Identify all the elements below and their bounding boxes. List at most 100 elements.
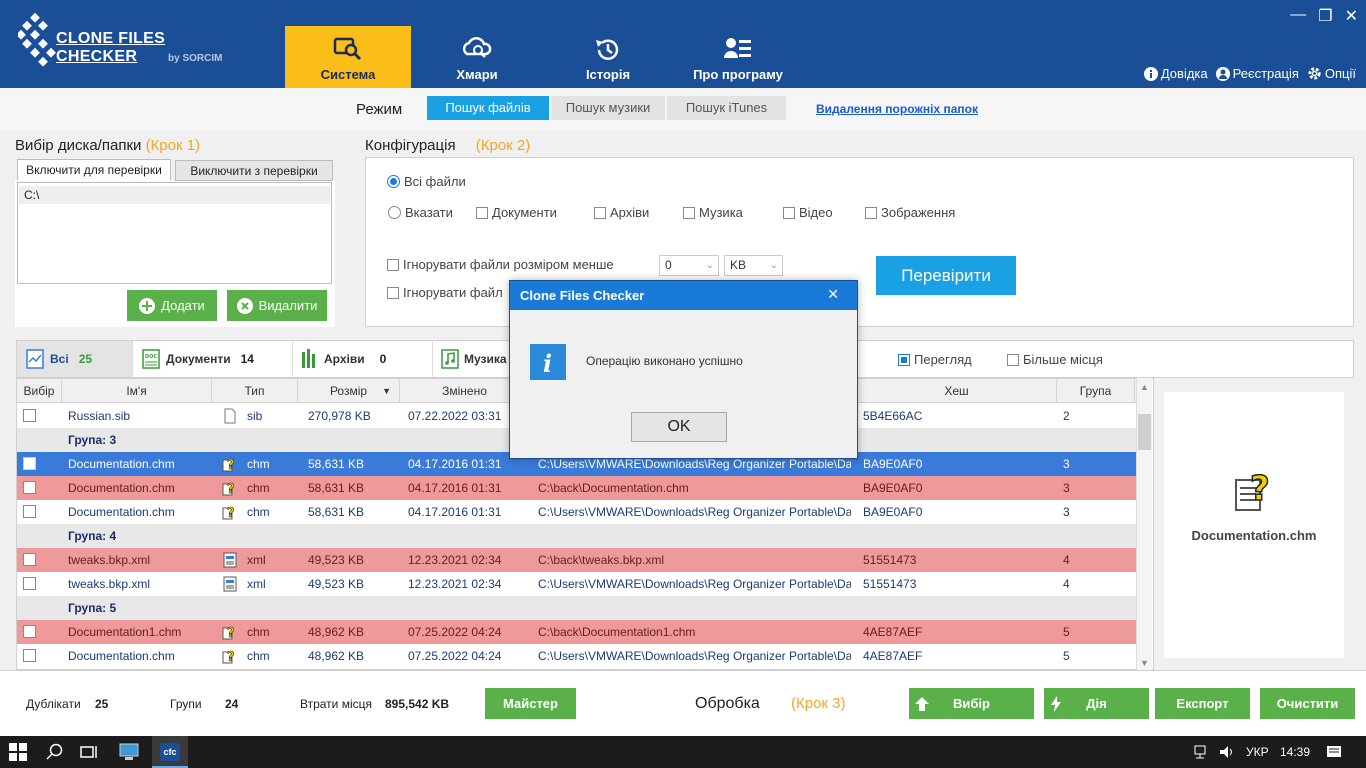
- select-button[interactable]: Вибір: [909, 688, 1034, 719]
- action-button[interactable]: Дія: [1044, 688, 1149, 719]
- chm-file-icon: ?: [222, 500, 238, 524]
- filter-tab-music[interactable]: Музика: [433, 341, 513, 377]
- help-link[interactable]: Довідка: [1143, 66, 1208, 81]
- register-link[interactable]: Реєстрація: [1215, 66, 1299, 81]
- mode-music-search[interactable]: Пошук музики: [551, 96, 665, 120]
- size-value-select[interactable]: 0 ⌄: [659, 255, 719, 276]
- col-select[interactable]: Вибір: [17, 379, 62, 403]
- group-header-row[interactable]: Група: 5: [17, 596, 1137, 620]
- col-type[interactable]: Тип: [212, 379, 298, 403]
- size-unit-select[interactable]: KB ⌄: [724, 255, 783, 276]
- filter-tab-archives[interactable]: Архіви 0: [293, 341, 433, 377]
- add-button[interactable]: Додати: [127, 290, 217, 321]
- type-label: Документи: [492, 205, 557, 220]
- minimize-icon[interactable]: —: [1290, 6, 1306, 26]
- task-view-icon[interactable]: [80, 743, 98, 761]
- table-row[interactable]: tweaks.bkp.xml xml 49,523 KB 12.23.2021 02:…: [17, 572, 1137, 596]
- table-row[interactable]: ? Documentation1.chm chm 48,962 KB 07.25.202…: [17, 620, 1137, 644]
- nav-tab-system[interactable]: Система: [285, 26, 411, 88]
- table-row[interactable]: ? Documentation.chm chm 58,631 KB 04.17.2016…: [17, 500, 1137, 524]
- mode-file-search[interactable]: Пошук файлів: [427, 96, 549, 120]
- svg-text:?: ?: [227, 458, 235, 473]
- all-files-radio[interactable]: Всі файли: [387, 174, 466, 189]
- table-row[interactable]: ? Documentation.chm chm 58,631 KB 04.17.2016…: [17, 476, 1137, 500]
- type-documents-checkbox[interactable]: Документи: [476, 205, 557, 220]
- col-name[interactable]: Ім'я: [62, 379, 212, 403]
- row-checkbox[interactable]: [23, 457, 36, 470]
- clean-button[interactable]: Очистити: [1260, 688, 1355, 719]
- scroll-down-icon[interactable]: ▼: [1140, 658, 1149, 668]
- svg-text:?: ?: [1250, 469, 1270, 509]
- row-checkbox[interactable]: [23, 409, 36, 422]
- mode-itunes-search[interactable]: Пошук iTunes: [667, 96, 786, 120]
- step1-step: (Крок 1): [145, 137, 201, 154]
- taskbar-app-cfc[interactable]: cfc: [152, 736, 188, 768]
- type-images-checkbox[interactable]: Зображення: [865, 205, 955, 220]
- ignore-size-checkbox[interactable]: Ігнорувати файли розміром менше: [387, 257, 614, 272]
- tab-exclude[interactable]: Виключити з перевірки: [175, 160, 333, 181]
- col-group[interactable]: Група: [1057, 379, 1135, 403]
- table-row[interactable]: tweaks.bkp.xml xml 49,523 KB 12.23.2021 02:…: [17, 548, 1137, 572]
- ignore-other-checkbox[interactable]: Ігнорувати файл: [387, 285, 503, 300]
- filter-tab-documents[interactable]: DOC Документи 14: [133, 341, 293, 377]
- cell-hash: BA9E0AF0: [863, 457, 923, 471]
- language-indicator[interactable]: УКР: [1246, 745, 1269, 759]
- cell-date: 04.17.2016 01:31: [408, 505, 502, 519]
- row-checkbox[interactable]: [23, 625, 36, 638]
- table-row[interactable]: ? Documentation.chm chm 48,962 KB 07.25.2022…: [17, 644, 1137, 668]
- cell-size: 48,962 KB: [308, 649, 365, 663]
- type-label: Відео: [799, 205, 833, 220]
- folder-item[interactable]: C:\: [19, 186, 330, 204]
- grid-scrollbar[interactable]: ▲ ▼: [1136, 378, 1152, 670]
- xml-file-icon: [222, 572, 238, 596]
- row-checkbox[interactable]: [23, 577, 36, 590]
- specify-radio[interactable]: Вказати: [388, 205, 453, 220]
- type-archives-checkbox[interactable]: Архіви: [594, 205, 649, 220]
- nav-tab-history[interactable]: Історія: [545, 26, 671, 88]
- windows-start-icon[interactable]: [9, 743, 27, 761]
- clock[interactable]: 14:39: [1280, 745, 1310, 759]
- xml-file-icon: [222, 548, 238, 572]
- groups-label: Групи: [170, 697, 202, 711]
- preview-checkbox[interactable]: Перегляд: [898, 352, 972, 367]
- dialog-close-icon[interactable]: ✕: [827, 281, 839, 307]
- more-space-checkbox[interactable]: Більше місця: [1007, 352, 1103, 367]
- scan-button[interactable]: Перевірити: [876, 256, 1016, 295]
- row-checkbox[interactable]: [23, 481, 36, 494]
- group-header-row[interactable]: Група: 4: [17, 524, 1137, 548]
- notifications-icon[interactable]: [1326, 745, 1342, 759]
- volume-icon[interactable]: [1219, 745, 1237, 759]
- nav-tab-clouds[interactable]: Хмари: [414, 26, 540, 88]
- type-music-checkbox[interactable]: Музика: [683, 205, 743, 220]
- cell-hash: 4AE87AEF: [863, 625, 923, 639]
- wizard-button[interactable]: Майстер: [485, 688, 576, 719]
- ok-button[interactable]: OK: [631, 412, 727, 442]
- cell-size: 49,523 KB: [308, 577, 365, 591]
- cell-date: 12.23.2021 02:34: [408, 577, 502, 591]
- search-icon[interactable]: [46, 743, 64, 761]
- col-size[interactable]: Розмір ▼: [298, 379, 400, 403]
- close-icon[interactable]: ✕: [1345, 6, 1358, 26]
- export-button[interactable]: Експорт: [1155, 688, 1250, 719]
- tab-include[interactable]: Включити для перевірки: [17, 159, 171, 180]
- options-link[interactable]: Опції: [1307, 66, 1356, 81]
- network-icon[interactable]: [1194, 745, 1210, 759]
- restore-icon[interactable]: ❐: [1318, 6, 1332, 26]
- empty-folders-link[interactable]: Видалення порожніх папок: [816, 102, 978, 116]
- scroll-thumb[interactable]: [1138, 414, 1151, 450]
- cell-path: C:\back\Documentation.chm: [538, 481, 689, 495]
- scroll-up-icon[interactable]: ▲: [1140, 382, 1149, 392]
- cell-name: Documentation1.chm: [68, 625, 182, 639]
- nav-tab-about[interactable]: Про програму: [675, 26, 801, 88]
- row-checkbox[interactable]: [23, 553, 36, 566]
- step3-label: (Крок 3): [791, 695, 846, 712]
- row-checkbox[interactable]: [23, 505, 36, 518]
- computer-icon[interactable]: [119, 743, 139, 761]
- step1-title: Вибір диска/папки (Крок 1): [15, 137, 200, 154]
- remove-button[interactable]: Видалити: [227, 290, 327, 321]
- folder-list[interactable]: C:\: [17, 182, 332, 284]
- filter-tab-all[interactable]: Всі 25: [17, 341, 133, 377]
- type-video-checkbox[interactable]: Відео: [783, 205, 833, 220]
- col-hash[interactable]: Хеш: [857, 379, 1057, 403]
- row-checkbox[interactable]: [23, 649, 36, 662]
